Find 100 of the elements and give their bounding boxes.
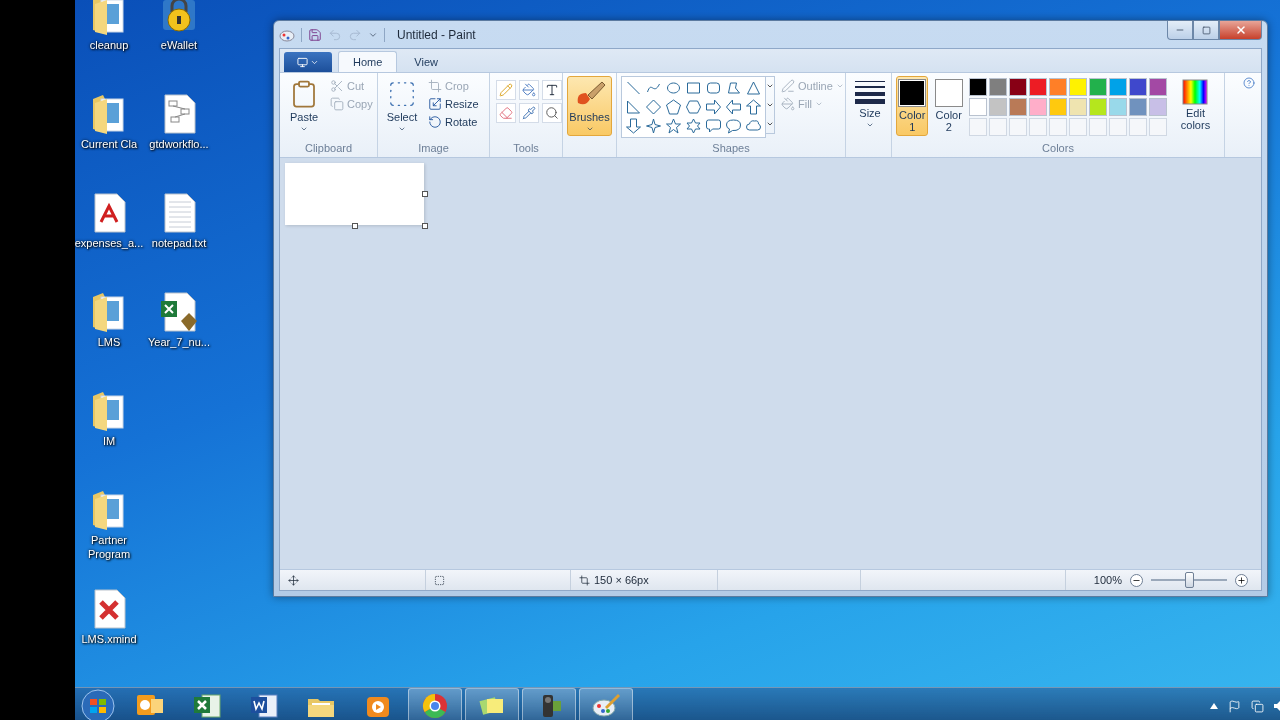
slider-thumb[interactable] bbox=[1185, 572, 1194, 588]
crop-icon bbox=[428, 79, 442, 93]
palette-color[interactable] bbox=[1048, 98, 1067, 116]
shortcut-label: Current Cla bbox=[80, 137, 138, 151]
pentagon-shape-icon[interactable] bbox=[664, 98, 683, 116]
resize-handle[interactable] bbox=[352, 223, 358, 229]
minimize-button[interactable] bbox=[1167, 21, 1193, 40]
caret-icon bbox=[835, 82, 844, 90]
flag-icon[interactable] bbox=[1228, 699, 1241, 713]
hexagon-shape-icon[interactable] bbox=[684, 98, 703, 116]
palette-color[interactable] bbox=[968, 78, 987, 96]
palette-color[interactable] bbox=[1088, 78, 1107, 96]
spreadsheet-file-icon bbox=[159, 291, 199, 333]
triangle-shape-icon[interactable] bbox=[744, 79, 763, 97]
window-title: Untitled - Paint bbox=[397, 27, 476, 42]
help-icon bbox=[1243, 77, 1255, 89]
rectangle-shape-icon[interactable] bbox=[684, 79, 703, 97]
desktop-shortcut[interactable]: LMS bbox=[75, 291, 143, 390]
edit-colors-button[interactable]: Edit colors bbox=[1170, 76, 1220, 134]
close-button[interactable] bbox=[1219, 21, 1262, 40]
right-arrow-shape-icon[interactable] bbox=[704, 98, 723, 116]
palette-color[interactable] bbox=[1068, 98, 1087, 116]
up-arrow-shape-icon[interactable] bbox=[744, 98, 763, 116]
desktop-shortcut[interactable]: notepad.txt bbox=[145, 192, 213, 291]
six-point-star-shape-icon[interactable] bbox=[684, 117, 703, 135]
palette-color[interactable] bbox=[988, 98, 1007, 116]
star-shape-icon[interactable] bbox=[664, 117, 683, 135]
maximize-icon bbox=[1201, 25, 1211, 35]
zoom-in-button[interactable] bbox=[1235, 573, 1248, 587]
tool-button[interactable] bbox=[519, 103, 539, 123]
desktop-shortcut[interactable]: Year_7_nu... bbox=[145, 291, 213, 390]
shortcut-label: IM bbox=[102, 434, 116, 448]
undo-icon bbox=[328, 27, 342, 42]
desktop-shortcut[interactable]: Current Cla bbox=[75, 93, 143, 192]
tool-button[interactable] bbox=[542, 80, 562, 100]
taskbar-button[interactable] bbox=[408, 688, 462, 720]
desktop-shortcut[interactable]: eWallet bbox=[145, 0, 213, 93]
selection-icon bbox=[387, 79, 417, 109]
speaker-icon[interactable] bbox=[1274, 700, 1280, 712]
palette-color[interactable] bbox=[1128, 98, 1147, 116]
desktop-shortcut[interactable]: gtdworkflo... bbox=[145, 93, 213, 192]
palette-color[interactable] bbox=[1028, 78, 1047, 96]
tool-button[interactable] bbox=[542, 103, 562, 123]
zoom-out-button[interactable] bbox=[1130, 573, 1143, 587]
palette-color[interactable] bbox=[968, 98, 987, 116]
device-icon[interactable] bbox=[1251, 699, 1264, 713]
palette-color[interactable] bbox=[1048, 78, 1067, 96]
oval-callout-shape-icon[interactable] bbox=[724, 117, 743, 135]
speech-bubble-shape-icon[interactable] bbox=[704, 117, 723, 135]
image-action[interactable]: Resize bbox=[426, 96, 481, 112]
resize-handle[interactable] bbox=[422, 191, 428, 197]
down-arrow-shape-icon[interactable] bbox=[624, 117, 643, 135]
desktop-shortcut[interactable]: expenses_a... bbox=[75, 192, 143, 291]
palette-color[interactable] bbox=[1068, 78, 1087, 96]
select-button[interactable]: Select bbox=[382, 76, 422, 136]
palette-color[interactable] bbox=[1148, 78, 1167, 96]
resize-handle[interactable] bbox=[422, 223, 428, 229]
palette-color[interactable] bbox=[1108, 98, 1127, 116]
start-button[interactable] bbox=[78, 688, 118, 720]
oval-shape-icon[interactable] bbox=[664, 79, 683, 97]
desktop-shortcut[interactable]: IM bbox=[75, 390, 143, 489]
size-button[interactable]: Size bbox=[850, 76, 890, 132]
maximize-button[interactable] bbox=[1193, 21, 1219, 40]
image-action[interactable]: Rotate bbox=[426, 114, 481, 130]
palette-color[interactable] bbox=[1128, 78, 1147, 96]
redo-icon bbox=[348, 27, 362, 42]
ribbon-tab[interactable]: Home bbox=[338, 51, 398, 72]
taskbar-button[interactable] bbox=[522, 688, 576, 720]
magnifier-icon bbox=[545, 106, 559, 120]
desktop-shortcut[interactable]: Partner Program bbox=[75, 489, 143, 588]
paste-button[interactable]: Paste bbox=[284, 76, 324, 136]
paint-bucket-icon bbox=[781, 97, 795, 111]
show-hidden-icons[interactable] bbox=[1210, 703, 1218, 709]
tool-button[interactable] bbox=[519, 80, 539, 100]
ribbon-tab[interactable]: View bbox=[399, 51, 453, 72]
right-triangle-shape-icon[interactable] bbox=[624, 98, 643, 116]
color-slot[interactable]: Color 2 bbox=[932, 76, 965, 136]
desktop-shortcut[interactable]: LMS.xmind bbox=[75, 588, 143, 687]
gallery-scroll[interactable] bbox=[766, 76, 775, 134]
palette-color[interactable] bbox=[1108, 78, 1127, 96]
move-icon bbox=[288, 574, 299, 586]
shortcut-label: gtdworkflo... bbox=[149, 137, 209, 151]
brushes-button[interactable]: Brushes bbox=[567, 76, 612, 136]
four-point-star-shape-icon[interactable] bbox=[644, 117, 663, 135]
shortcut-label: notepad.txt bbox=[151, 236, 207, 250]
folder-icon bbox=[91, 489, 127, 531]
taskbar-button[interactable] bbox=[465, 688, 519, 720]
palette-color[interactable] bbox=[1008, 78, 1027, 96]
taskbar-button[interactable] bbox=[579, 688, 633, 720]
palette-color[interactable] bbox=[1008, 98, 1027, 116]
desktop-shortcut[interactable]: cleanup bbox=[75, 0, 143, 93]
rounded-rectangle-shape-icon[interactable] bbox=[704, 79, 723, 97]
palette-color[interactable] bbox=[1088, 98, 1107, 116]
palette-color[interactable] bbox=[988, 78, 1007, 96]
left-arrow-shape-icon[interactable] bbox=[724, 98, 743, 116]
palette-color[interactable] bbox=[1028, 98, 1047, 116]
app-menu-button[interactable] bbox=[284, 52, 332, 72]
palette-color[interactable] bbox=[1148, 98, 1167, 116]
folder-icon bbox=[91, 93, 127, 135]
color-slot[interactable]: Color 1 bbox=[896, 76, 929, 136]
